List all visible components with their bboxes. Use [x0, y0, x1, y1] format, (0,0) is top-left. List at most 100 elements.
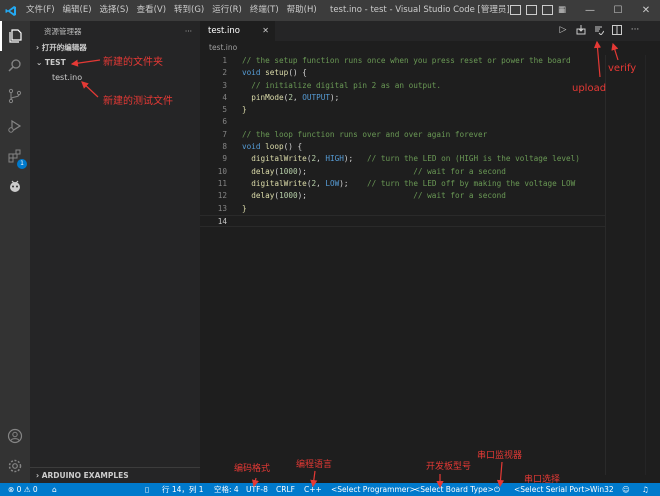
code-line: 9 digitalWrite(2, HIGH); // turn the LED… [200, 153, 605, 165]
search-icon[interactable] [0, 51, 30, 81]
menu-selection[interactable]: 选择(S) [96, 0, 133, 21]
line-number: 8 [222, 142, 227, 152]
code-text: void setup() { [242, 68, 307, 78]
arduino-examples-label: ARDUINO EXAMPLES [41, 471, 129, 480]
status-programmer[interactable]: <Select Programmer> [331, 483, 416, 496]
code-line-current: 14 [200, 214, 605, 228]
tab-label: test.ino [208, 26, 240, 36]
more-actions-icon[interactable]: ··· [630, 24, 640, 36]
run-debug-icon[interactable] [0, 111, 30, 141]
line-number: 4 [222, 92, 227, 102]
editor-actions: ▷ ··· [558, 24, 640, 36]
extensions-icon[interactable]: 1 [0, 141, 30, 171]
toggle-sidebar-icon[interactable] [510, 5, 521, 15]
explorer-header: 资源管理器 ··· [30, 21, 200, 41]
minimap[interactable] [605, 55, 645, 475]
code-editor[interactable]: 1 // the setup function runs once when yo… [200, 55, 605, 475]
code-text: digitalWrite(2, LOW); // turn the LED of… [251, 178, 576, 188]
bell-icon[interactable]: ♫ [642, 483, 649, 496]
code-text: delay(1000); // wait for a second [251, 166, 506, 176]
editor-scrollbar[interactable] [645, 55, 660, 475]
minimize-icon[interactable]: — [576, 0, 604, 21]
line-number: 9 [222, 154, 227, 164]
menu-view[interactable]: 查看(V) [133, 0, 170, 21]
close-icon[interactable]: ✕ [632, 0, 660, 21]
code-line: 2 void setup() { [200, 67, 605, 79]
code-text: // the loop function runs over and over … [242, 129, 488, 139]
source-control-icon[interactable] [0, 81, 30, 111]
window-controls: — ☐ ✕ [576, 0, 660, 21]
menu-terminal[interactable]: 终端(T) [246, 0, 283, 21]
chevron-right-icon: › [36, 43, 40, 52]
code-line: 3 // initialize digital pin 2 as an outp… [200, 80, 605, 92]
arduino-examples-section[interactable]: › ARDUINO EXAMPLES [30, 467, 200, 483]
explorer-title: 资源管理器 [44, 26, 82, 36]
remote-icon[interactable]: ⌂ [52, 483, 57, 496]
annotation-board: 开发板型号 [426, 462, 472, 472]
settings-gear-icon[interactable] [0, 451, 30, 481]
explorer-more-button[interactable]: ··· [185, 27, 192, 36]
chevron-down-icon: ⌄ [36, 58, 43, 67]
code-line: 10 delay(1000); // wait for a second [200, 166, 605, 178]
code-text: } [242, 203, 247, 213]
status-platform[interactable]: Win32 [590, 483, 614, 496]
line-number: 11 [217, 178, 227, 188]
status-bar: ⊗ 0 ⚠ 0 ⌂ ▯ 行 14，列 1 空格: 4 UTF-8 CRLF C+… [0, 483, 660, 496]
annotation-upload: upload [572, 83, 607, 94]
code-text: void loop() { [242, 142, 303, 152]
arduino-icon[interactable] [0, 171, 30, 201]
menu-go[interactable]: 转到(G) [170, 0, 208, 21]
status-indentation[interactable]: 空格: 4 [214, 483, 239, 496]
window-title: test.ino - test - Visual Studio Code [管理… [330, 5, 510, 15]
status-problems[interactable]: ⊗ 0 ⚠ 0 [8, 483, 38, 496]
line-number: 14 [217, 216, 227, 226]
line-number: 12 [217, 191, 227, 201]
explorer-sidebar: 资源管理器 ··· › 打开的编辑器 ⌄ TEST test.ino › ARD… [30, 21, 200, 483]
code-line: 12 delay(1000); // wait for a second [200, 190, 605, 202]
run-icon[interactable]: ▷ [558, 24, 568, 36]
annotation-verify: verify [608, 63, 637, 74]
serial-monitor-icon[interactable]: ⏻ [494, 483, 500, 496]
code-text: pinMode(2, OUTPUT); [251, 92, 340, 102]
menu-edit[interactable]: 编辑(E) [59, 0, 96, 21]
tab-close-icon[interactable]: ✕ [262, 21, 269, 41]
account-icon[interactable] [0, 421, 30, 451]
open-editors-label: 打开的编辑器 [41, 43, 87, 52]
menu-run[interactable]: 运行(R) [208, 0, 246, 21]
feedback-icon[interactable]: ☺ [622, 483, 630, 496]
notification-history-icon[interactable]: ▯ [145, 483, 149, 496]
status-eol[interactable]: CRLF [276, 483, 295, 496]
annotation-new-folder: 新建的文件夹 [103, 57, 163, 68]
file-label: test.ino [52, 73, 83, 82]
code-text: } [242, 105, 247, 115]
toggle-panel-icon[interactable] [526, 5, 537, 15]
status-cursor-position[interactable]: 行 14，列 1 [162, 483, 204, 496]
explorer-icon[interactable] [0, 21, 30, 51]
file-test-ino[interactable]: test.ino [30, 70, 200, 86]
folder-label: TEST [44, 58, 66, 67]
editor-tab-bar: test.ino ✕ ▷ ··· [200, 21, 660, 41]
breadcrumb[interactable]: test.ino [209, 43, 237, 52]
maximize-icon[interactable]: ☐ [604, 0, 632, 21]
annotation-new-file: 新建的测试文件 [103, 96, 173, 107]
menu-help[interactable]: 帮助(H) [283, 0, 321, 21]
tab-test-ino[interactable]: test.ino ✕ [200, 21, 275, 41]
status-language[interactable]: C++ [304, 483, 322, 496]
extensions-badge: 1 [17, 159, 27, 169]
line-number: 3 [222, 80, 227, 90]
menu-file[interactable]: 文件(F) [22, 0, 59, 21]
upload-icon[interactable] [576, 24, 586, 36]
status-encoding[interactable]: UTF-8 [246, 483, 268, 496]
verify-icon[interactable] [594, 24, 604, 36]
customize-layout-icon[interactable]: ▦ [558, 5, 569, 15]
line-number: 1 [222, 56, 227, 65]
code-line: 4 pinMode(2, OUTPUT); [200, 92, 605, 104]
line-number: 13 [217, 203, 227, 213]
split-editor-icon[interactable] [612, 24, 622, 36]
toggle-secondary-sidebar-icon[interactable] [542, 5, 553, 15]
status-board-type[interactable]: <Select Board Type> [414, 483, 494, 496]
annotation-language: 编程语言 [296, 460, 333, 470]
line-number: 7 [222, 129, 227, 139]
chevron-right-icon: › [36, 471, 40, 480]
code-line: 5} [200, 104, 605, 116]
